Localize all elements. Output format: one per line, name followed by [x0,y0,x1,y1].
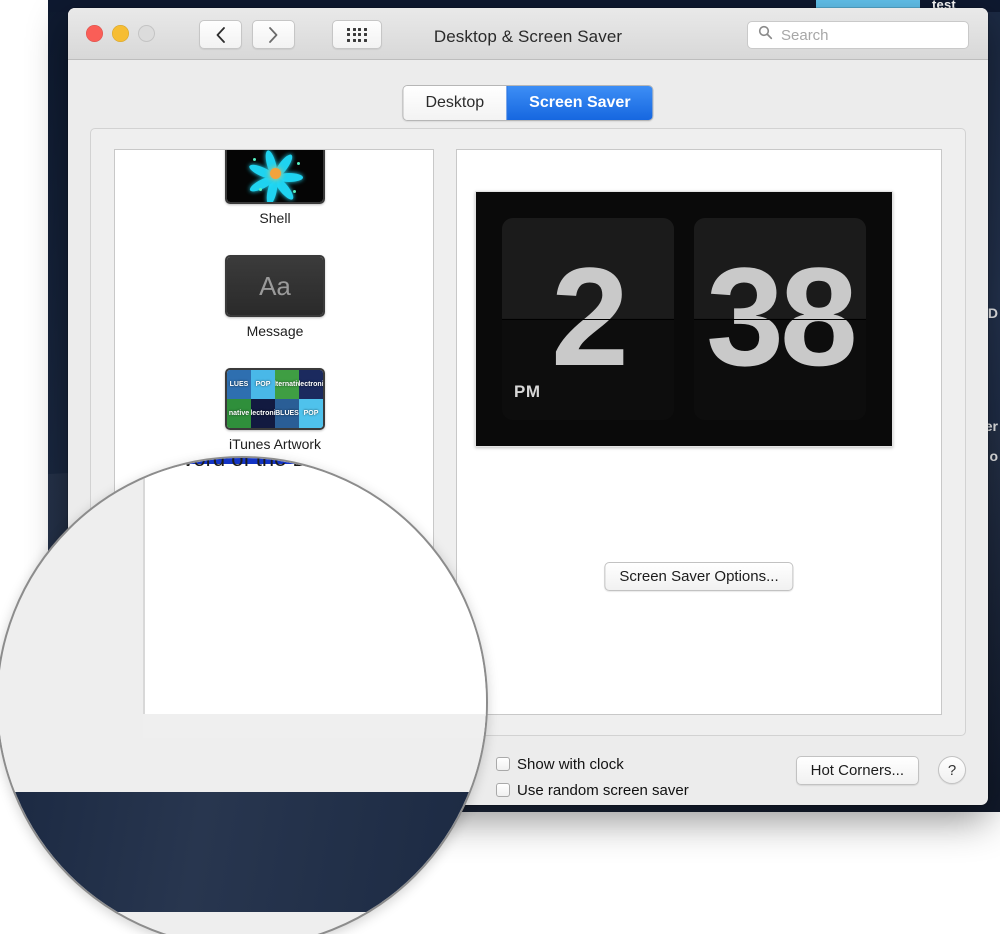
list-item-label: iTunes Artwork [228,436,322,452]
screenshot-root: test D er o Desktop & Screen Saver Searc… [0,0,1000,934]
message-artwork-icon: Aa [227,257,323,315]
list-item-message[interactable]: Aa Message [115,255,433,339]
magnified-panel-edge [143,714,486,738]
flip-card-hours: 2 PM [502,218,674,420]
list-item-shell[interactable]: Shell [115,150,433,226]
list-item-label: Shell [259,210,291,226]
edge-fragment-3: o [989,448,998,464]
itunes-tile: BLUES [275,399,299,428]
hot-corners-button[interactable]: Hot Corners... [795,756,919,785]
magnified-list-area [143,458,486,716]
screen-saver-thumbnail-shell [225,150,325,204]
flip-clock-preview: 2 PM 38 [475,191,893,447]
shell-artwork-icon [227,150,323,202]
itunes-tile: LUES [227,370,251,399]
tab-bar[interactable]: Desktop Screen Saver [402,85,654,121]
itunes-tile: native [227,399,251,428]
checkbox-label: Show with clock [517,756,624,773]
list-item-label: Message [246,323,304,339]
search-icon [758,25,773,45]
itunes-tile: POP [299,399,323,428]
checkbox-use-random-screen-saver[interactable]: Use random screen saver [496,782,689,799]
magnifier-callout: bulary Word of the Day Start after how w… [0,456,488,934]
magnified-word-of-the-day-label: Word of the Day [173,456,332,471]
clock-meridiem: PM [514,382,541,401]
search-field[interactable]: Search [747,21,969,49]
checkbox-icon[interactable] [496,757,510,771]
checkbox-show-with-clock[interactable]: Show with clock [496,756,624,773]
flip-card-minutes: 38 [694,218,866,420]
screen-saver-thumbnail-message: Aa [225,255,325,317]
checkbox-label: Use random screen saver [517,782,689,799]
screen-saver-options-button[interactable]: Screen Saver Options... [604,562,794,591]
window-titlebar: Desktop & Screen Saver Search [68,8,988,60]
message-glyph: Aa [259,270,291,301]
magnified-desktop-edge [0,792,486,912]
itunes-tile: electronic [299,370,323,399]
tab-screen-saver[interactable]: Screen Saver [506,86,653,120]
list-item-itunes-artwork[interactable]: LUES POP Alternative electronic native e… [115,368,433,452]
screen-saver-thumbnail-itunes: LUES POP Alternative electronic native e… [225,368,325,430]
itunes-tile: electronic [251,399,275,428]
itunes-artwork-icon: LUES POP Alternative electronic native e… [227,370,323,428]
help-button[interactable]: ? [938,756,966,784]
flip-seam [502,319,674,320]
search-placeholder: Search [781,26,829,44]
screen-saver-preview: 2 PM 38 Screen Saver Options... [456,149,942,715]
flip-clock-wrap: 2 PM 38 [502,218,866,420]
itunes-tile: POP [251,370,275,399]
tab-desktop[interactable]: Desktop [403,86,507,120]
checkbox-icon[interactable] [496,783,510,797]
flip-seam [694,319,866,320]
edge-fragment-1: D [987,305,998,321]
itunes-tile: Alternative [275,370,299,399]
